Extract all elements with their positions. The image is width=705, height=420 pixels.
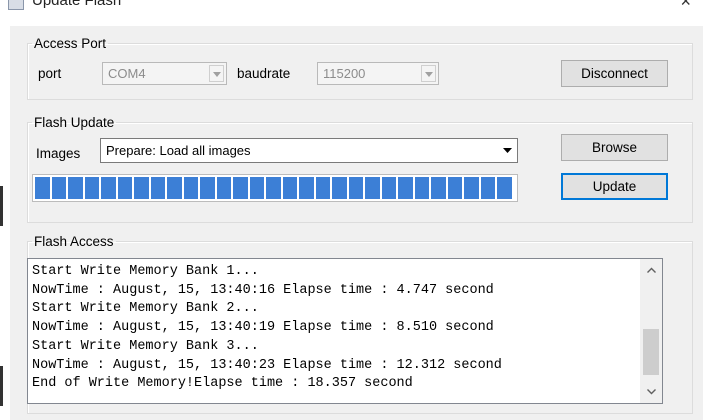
log-line: Start Write Memory Bank 2... <box>32 301 259 317</box>
progress-chunk <box>315 177 330 199</box>
images-label: Images <box>36 146 81 161</box>
log-line: Start Write Memory Bank 1... <box>32 264 259 279</box>
access-port-legend: Access Port <box>34 36 107 51</box>
progress-chunk <box>200 177 215 199</box>
log-line: End of Write Memory!Elapse time : 18.357… <box>32 376 413 392</box>
progress-chunk <box>150 177 165 199</box>
baudrate-label: baudrate <box>237 66 291 81</box>
progress-chunk <box>266 177 281 199</box>
log-line: Start Write Memory Bank 3... <box>32 338 259 354</box>
chevron-down-icon[interactable] <box>640 381 662 403</box>
flash-update-group: Flash Update <box>27 115 693 223</box>
flash-progress-bar <box>32 174 518 202</box>
baudrate-select[interactable]: 115200 <box>317 62 439 85</box>
chevron-down-icon[interactable] <box>209 65 224 82</box>
flash-access-legend: Flash Access <box>34 234 114 249</box>
log-line: NowTime : August, 15, 13:40:19 Elapse ti… <box>32 320 494 336</box>
progress-chunk <box>332 177 347 199</box>
edge-mark <box>0 366 3 406</box>
progress-chunk <box>398 177 413 199</box>
progress-chunk <box>68 177 83 199</box>
progress-chunk <box>480 177 495 199</box>
progress-chunk <box>167 177 182 199</box>
progress-chunk <box>464 177 479 199</box>
progress-chunk <box>51 177 66 199</box>
port-select[interactable]: COM4 <box>102 62 227 85</box>
chevron-down-icon[interactable] <box>500 142 515 159</box>
progress-chunk <box>497 177 512 199</box>
window-title: Update Flash <box>32 0 122 9</box>
images-value: Prepare: Load all images <box>106 143 251 158</box>
log-line: NowTime : August, 15, 13:40:16 Elapse ti… <box>32 282 494 298</box>
progress-chunk <box>233 177 248 199</box>
progress-chunk <box>381 177 396 199</box>
close-icon[interactable]: × <box>680 0 691 12</box>
progress-chunk <box>282 177 297 199</box>
progress-chunk <box>216 177 231 199</box>
disconnect-button[interactable]: Disconnect <box>561 60 668 87</box>
edge-mark <box>0 186 3 226</box>
left-edge <box>0 26 10 420</box>
title-bar: Update Flash × <box>0 0 705 26</box>
log-text: Start Write Memory Bank 1... NowTime : Au… <box>32 263 502 394</box>
scrollbar-thumb[interactable] <box>643 329 659 375</box>
update-button[interactable]: Update <box>561 173 668 200</box>
log-scrollbar[interactable] <box>640 259 662 403</box>
progress-chunk <box>431 177 446 199</box>
progress-chunk <box>101 177 116 199</box>
chevron-down-icon[interactable] <box>421 65 436 82</box>
progress-chunk <box>134 177 149 199</box>
progress-chunk <box>84 177 99 199</box>
progress-chunk <box>117 177 132 199</box>
app-icon <box>8 0 24 10</box>
progress-chunk <box>414 177 429 199</box>
baudrate-value: 115200 <box>323 66 366 81</box>
browse-button[interactable]: Browse <box>561 134 668 161</box>
images-select[interactable]: Prepare: Load all images <box>100 138 518 163</box>
flash-log-textbox[interactable]: Start Write Memory Bank 1... NowTime : Au… <box>27 258 663 404</box>
progress-chunk <box>249 177 264 199</box>
progress-chunk <box>348 177 363 199</box>
progress-fill <box>35 177 512 199</box>
progress-chunk <box>299 177 314 199</box>
progress-chunk <box>183 177 198 199</box>
port-value: COM4 <box>108 66 146 81</box>
flash-update-legend: Flash Update <box>34 115 115 130</box>
log-line: NowTime : August, 15, 13:40:23 Elapse ti… <box>32 357 502 373</box>
progress-chunk <box>447 177 462 199</box>
port-label: port <box>38 66 62 81</box>
progress-chunk <box>35 177 50 199</box>
chevron-up-icon[interactable] <box>640 259 662 281</box>
progress-chunk <box>365 177 380 199</box>
